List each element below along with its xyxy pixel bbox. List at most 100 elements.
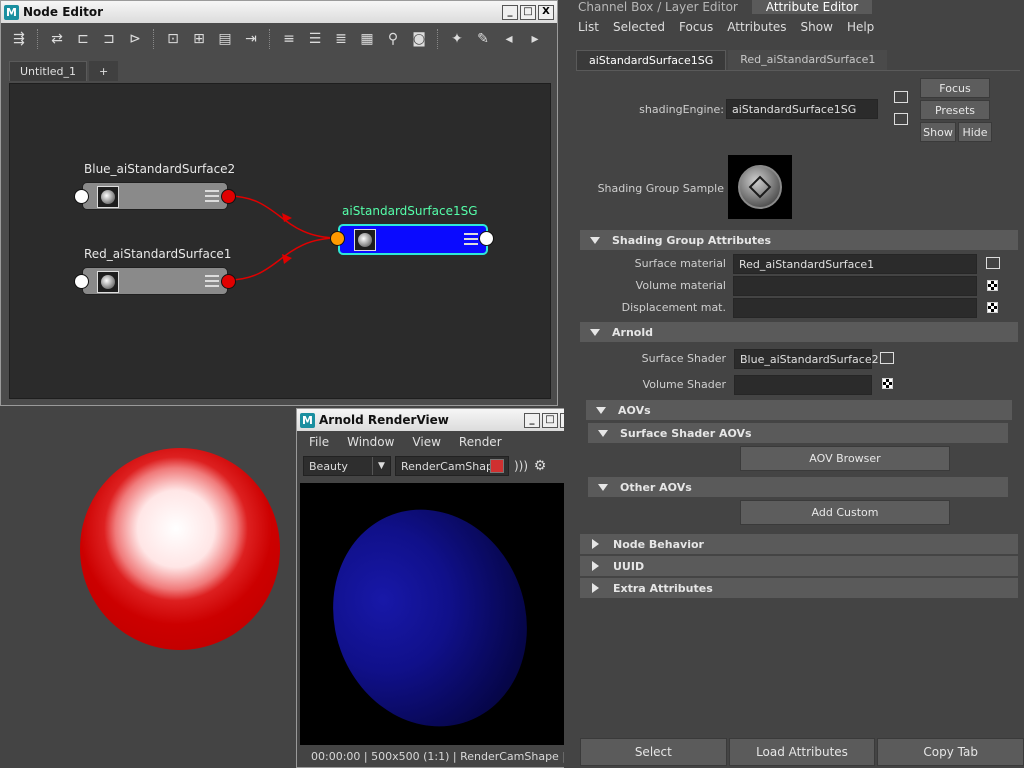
tab-shading-group[interactable]: aiStandardSurface1SG: [576, 50, 727, 70]
section-title: Extra Attributes: [613, 581, 713, 595]
node-graph-canvas[interactable]: Blue_aiStandardSurface2 Red_aiStandardSu…: [9, 83, 551, 399]
surface-shader-label: Surface Shader: [641, 352, 726, 365]
select-button[interactable]: Select: [580, 738, 727, 766]
volume-shader-field[interactable]: [734, 375, 872, 395]
displacement-field[interactable]: [733, 298, 977, 318]
menu-window[interactable]: Window: [347, 435, 394, 449]
section-other-aovs[interactable]: Other AOVs: [588, 477, 1008, 497]
sg-output-port[interactable]: [479, 231, 494, 246]
graph-add-icon[interactable]: ⇶: [9, 29, 29, 49]
presets-button[interactable]: Presets: [920, 100, 990, 120]
full-mode-icon[interactable]: ≣: [331, 29, 351, 49]
bookmark-icon[interactable]: ◂: [499, 29, 519, 49]
focus-button[interactable]: Focus: [920, 78, 990, 98]
menu-view[interactable]: View: [412, 435, 440, 449]
section-surface-shader-aovs[interactable]: Surface Shader AOVs: [588, 423, 1008, 443]
edit-icon[interactable]: ✎: [473, 29, 493, 49]
renderview-status: 00:00:00 | 500x500 (1:1) | RenderCamShap…: [297, 745, 579, 767]
volume-material-field[interactable]: [733, 276, 977, 296]
map-button-icon[interactable]: [880, 352, 894, 364]
add-custom-button[interactable]: Add Custom: [740, 500, 950, 525]
menu-list[interactable]: List: [578, 20, 599, 34]
menu-focus[interactable]: Focus: [679, 20, 713, 34]
maya-logo-icon: M: [300, 412, 315, 428]
tab-red-shader[interactable]: Red_aiStandardSurface1: [728, 50, 888, 70]
clear-graph-icon[interactable]: ⊳: [125, 29, 145, 49]
surface-shader-field[interactable]: Blue_aiStandardSurface2: [734, 349, 879, 369]
sg-input-port[interactable]: [330, 231, 345, 246]
menu-render[interactable]: Render: [459, 435, 502, 449]
section-extra-attributes[interactable]: Extra Attributes: [580, 578, 1018, 598]
shading-engine-field[interactable]: aiStandardSurface1SG: [726, 99, 878, 119]
tab-untitled-1[interactable]: Untitled_1: [9, 61, 88, 81]
frame-all-icon[interactable]: ⊡: [163, 29, 183, 49]
checker-map-icon[interactable]: [987, 280, 998, 291]
custom-mode-icon[interactable]: ▦: [357, 29, 377, 49]
next-icon[interactable]: ▸: [525, 29, 545, 49]
section-node-behavior[interactable]: Node Behavior: [580, 534, 1018, 554]
node-shading-group[interactable]: [338, 224, 488, 255]
section-uuid[interactable]: UUID: [580, 556, 1018, 576]
input-output-icon[interactable]: ⇄: [47, 29, 67, 49]
search-icon[interactable]: ⚲: [383, 29, 403, 49]
ipr-icon[interactable]: ))): [513, 456, 529, 476]
node-menu-icon[interactable]: [205, 275, 219, 287]
section-arnold[interactable]: Arnold: [580, 322, 1018, 342]
frame-selected-icon[interactable]: ⊞: [189, 29, 209, 49]
simple-mode-icon[interactable]: ≡: [279, 29, 299, 49]
node-blue-shader[interactable]: [82, 182, 228, 210]
aov-select-value: Beauty: [309, 459, 348, 473]
pin-icon[interactable]: ✦: [447, 29, 467, 49]
hide-button[interactable]: Hide: [958, 122, 992, 142]
surface-material-label: Surface material: [634, 257, 726, 270]
red-input-port[interactable]: [74, 274, 89, 289]
surface-material-field[interactable]: Red_aiStandardSurface1: [733, 254, 977, 274]
red-output-port[interactable]: [221, 274, 236, 289]
menu-selected[interactable]: Selected: [613, 20, 665, 34]
node-editor-title: Node Editor: [23, 5, 103, 19]
output-node-icon[interactable]: [894, 113, 908, 125]
blue-input-port[interactable]: [74, 189, 89, 204]
checker-map-icon[interactable]: [987, 302, 998, 313]
node-menu-icon[interactable]: [464, 233, 478, 245]
maximize-button[interactable]: □: [520, 4, 536, 20]
connected-mode-icon[interactable]: ☰: [305, 29, 325, 49]
tab-attribute-editor[interactable]: Attribute Editor: [751, 0, 873, 14]
map-button-icon[interactable]: [986, 257, 1000, 269]
close-button[interactable]: X: [538, 4, 554, 20]
graph-icon[interactable]: ◙: [409, 29, 429, 49]
tab-channel-box[interactable]: Channel Box / Layer Editor: [564, 0, 752, 14]
volume-material-label: Volume material: [635, 279, 726, 292]
spacing-icon[interactable]: ⇥: [241, 29, 261, 49]
stop-render-icon[interactable]: [490, 459, 504, 473]
output-connections-icon[interactable]: ⊐: [99, 29, 119, 49]
gear-icon[interactable]: ⚙: [533, 456, 547, 476]
node-menu-icon[interactable]: [205, 190, 219, 202]
node-red-shader[interactable]: [82, 267, 228, 295]
menu-help[interactable]: Help: [847, 20, 874, 34]
maximize-button[interactable]: □: [542, 412, 558, 428]
input-node-icon[interactable]: [894, 91, 908, 103]
section-aovs[interactable]: AOVs: [586, 400, 1012, 420]
menu-attributes[interactable]: Attributes: [727, 20, 786, 34]
add-tab-button[interactable]: +: [89, 61, 119, 81]
minimize-button[interactable]: _: [524, 412, 540, 428]
menu-show[interactable]: Show: [801, 20, 833, 34]
aov-browser-button[interactable]: AOV Browser: [740, 446, 950, 471]
section-shading-group[interactable]: Shading Group Attributes: [580, 230, 1018, 250]
show-button[interactable]: Show: [920, 122, 956, 142]
input-connections-icon[interactable]: ⊏: [73, 29, 93, 49]
node-editor-titlebar[interactable]: M Node Editor _ □ X: [1, 1, 557, 23]
menu-file[interactable]: File: [309, 435, 329, 449]
blue-output-port[interactable]: [221, 189, 236, 204]
copy-tab-button[interactable]: Copy Tab: [877, 738, 1024, 766]
layout-icon[interactable]: ▤: [215, 29, 235, 49]
renderview-titlebar[interactable]: M Arnold RenderView _ □ X: [297, 409, 579, 431]
aov-select[interactable]: Beauty ▼: [303, 456, 391, 476]
render-image[interactable]: [300, 483, 576, 745]
section-title: Arnold: [612, 325, 653, 339]
load-attributes-button[interactable]: Load Attributes: [728, 738, 876, 766]
minimize-button[interactable]: _: [502, 4, 518, 20]
checker-map-icon[interactable]: [882, 378, 893, 389]
camera-select[interactable]: RenderCamShape: [395, 456, 509, 476]
